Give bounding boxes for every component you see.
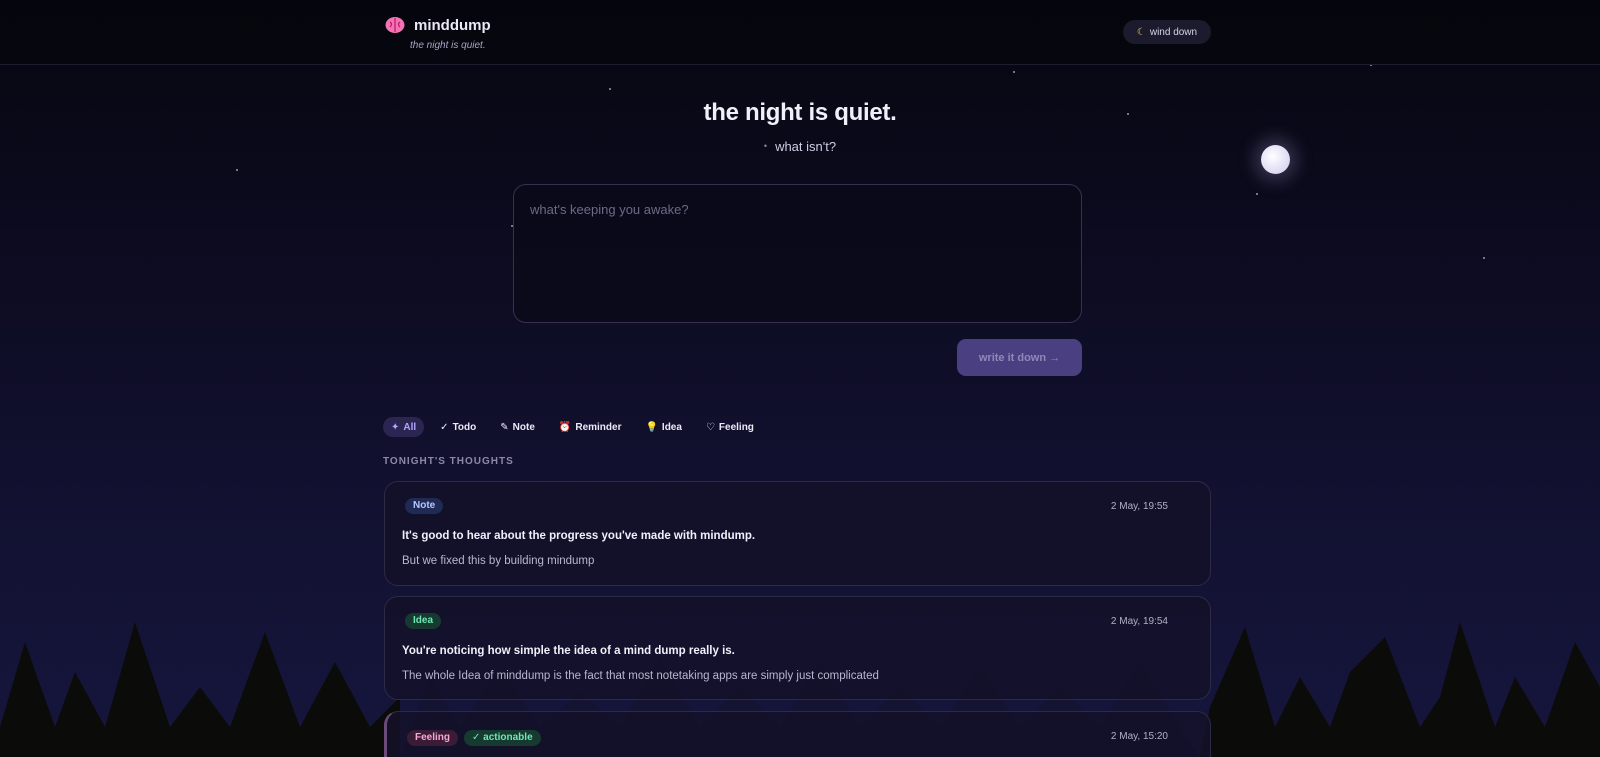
thought-card[interactable]: Feeling ✓ actionable 2 May, 15:20 xyxy=(384,711,1211,757)
category-badge: Idea xyxy=(405,613,442,629)
filter-feeling[interactable]: ♡ Feeling xyxy=(698,417,762,437)
brand-name: minddump xyxy=(414,16,491,34)
app-header: minddump the night is quiet. ☾ wind down xyxy=(0,0,1600,65)
pencil-icon: ✎ xyxy=(500,421,509,433)
timestamp: 2 May, 19:55 xyxy=(1110,501,1168,512)
star xyxy=(1256,193,1258,195)
sparkle-icon: ✦ xyxy=(391,421,400,433)
filter-label: Note xyxy=(512,421,535,433)
thought-card[interactable]: Idea 2 May, 19:54 You're noticing how si… xyxy=(384,596,1211,700)
brand[interactable]: minddump xyxy=(385,16,491,34)
thought-title: It's good to hear about the progress you… xyxy=(402,530,756,542)
wind-down-button[interactable]: ☾ wind down xyxy=(1123,20,1211,44)
moon-icon: ☾ xyxy=(1136,26,1146,38)
timestamp: 2 May, 15:20 xyxy=(1110,731,1168,742)
filter-label: All xyxy=(403,421,417,433)
filter-reminder[interactable]: ⏰ Reminder xyxy=(551,417,630,437)
alarm-clock-icon: ⏰ xyxy=(558,421,572,433)
hero-subtitle: what isn't? xyxy=(775,139,837,154)
actionable-badge: ✓ actionable xyxy=(464,730,541,746)
thought-input[interactable] xyxy=(513,184,1082,323)
filter-label: Todo xyxy=(452,421,477,433)
star xyxy=(609,88,611,90)
heart-icon: ♡ xyxy=(705,421,715,433)
category-badge: Note xyxy=(405,498,444,514)
filter-label: Feeling xyxy=(718,421,754,433)
brain-icon xyxy=(385,17,405,33)
star xyxy=(1013,71,1015,73)
timestamp: 2 May, 19:54 xyxy=(1110,616,1168,627)
hero-title: the night is quiet. xyxy=(703,99,897,126)
filter-label: Reminder xyxy=(575,421,622,433)
thought-body: But we fixed this by building mindump xyxy=(402,555,595,567)
thought-title: You're noticing how simple the idea of a… xyxy=(402,645,735,657)
write-it-down-button[interactable]: write it down → xyxy=(957,339,1082,376)
category-badge: Feeling xyxy=(407,730,459,746)
filter-todo[interactable]: ✓ Todo xyxy=(432,417,484,437)
category-filters: ✦ All ✓ Todo ✎ Note ⏰ Reminder 💡 Idea ♡ … xyxy=(383,417,770,437)
filter-label: Idea xyxy=(661,421,682,433)
check-icon: ✓ xyxy=(440,421,449,433)
filter-idea[interactable]: 💡 Idea xyxy=(637,417,689,437)
badge-row: Feeling ✓ actionable xyxy=(407,727,541,746)
star xyxy=(236,169,238,171)
thought-card[interactable]: Note 2 May, 19:55 It's good to hear abou… xyxy=(384,481,1211,586)
wind-down-label: wind down xyxy=(1149,26,1198,38)
lightbulb-icon: 💡 xyxy=(645,421,658,433)
brand-tagline: the night is quiet. xyxy=(410,40,486,51)
star xyxy=(1483,257,1485,259)
filter-note[interactable]: ✎ Note xyxy=(492,417,543,437)
thought-body: The whole Idea of minddump is the fact t… xyxy=(402,670,879,682)
filter-all[interactable]: ✦ All xyxy=(383,417,425,437)
hero-subtitle-row: • what isn't? xyxy=(0,139,1600,154)
bullet-icon: • xyxy=(763,141,768,151)
section-title: TONIGHT'S THOUGHTS xyxy=(383,456,514,467)
